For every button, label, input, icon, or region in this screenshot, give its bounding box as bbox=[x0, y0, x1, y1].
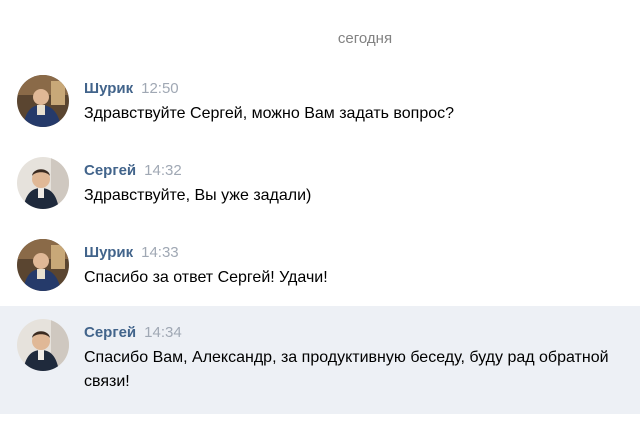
author-name[interactable]: Сергей bbox=[84, 162, 136, 179]
message-time[interactable]: 14:32 bbox=[144, 162, 182, 179]
message-header: Сергей 14:32 bbox=[84, 162, 182, 179]
message-item: Сергей 14:32 Здравствуйте, Вы уже задали) bbox=[0, 152, 640, 222]
message-time[interactable]: 14:34 bbox=[144, 324, 182, 341]
message-item: Шурик 14:33 Спасибо за ответ Сергей! Удач… bbox=[0, 234, 640, 304]
author-name[interactable]: Шурик bbox=[84, 80, 133, 97]
message-time[interactable]: 12:50 bbox=[141, 80, 179, 97]
message-text: Здравствуйте Сергей, можно Вам задать во… bbox=[84, 105, 455, 122]
message-text: Здравствуйте, Вы уже задали) bbox=[84, 187, 312, 204]
message-header: Шурик 14:33 bbox=[84, 244, 179, 261]
message-item-highlighted: Сергей 14:34 Спасибо Вам, Александр, за п… bbox=[0, 306, 640, 414]
message-text: Спасибо за ответ Сергей! Удачи! bbox=[84, 269, 328, 286]
author-name[interactable]: Сергей bbox=[84, 324, 136, 341]
message-text: Спасибо Вам, Александр, за продуктивную … bbox=[84, 349, 609, 390]
author-name[interactable]: Шурик bbox=[84, 244, 133, 261]
message-item: Шурик 12:50 Здравствуйте Сергей, можно Ва… bbox=[0, 70, 640, 140]
message-header: Сергей 14:34 bbox=[84, 324, 182, 341]
author-avatar[interactable] bbox=[17, 75, 69, 127]
author-avatar[interactable] bbox=[17, 319, 69, 371]
date-separator: сегодня bbox=[337, 30, 393, 47]
author-avatar[interactable] bbox=[17, 157, 69, 209]
author-avatar[interactable] bbox=[17, 239, 69, 291]
message-time[interactable]: 14:33 bbox=[141, 244, 179, 261]
message-header: Шурик 12:50 bbox=[84, 80, 179, 97]
